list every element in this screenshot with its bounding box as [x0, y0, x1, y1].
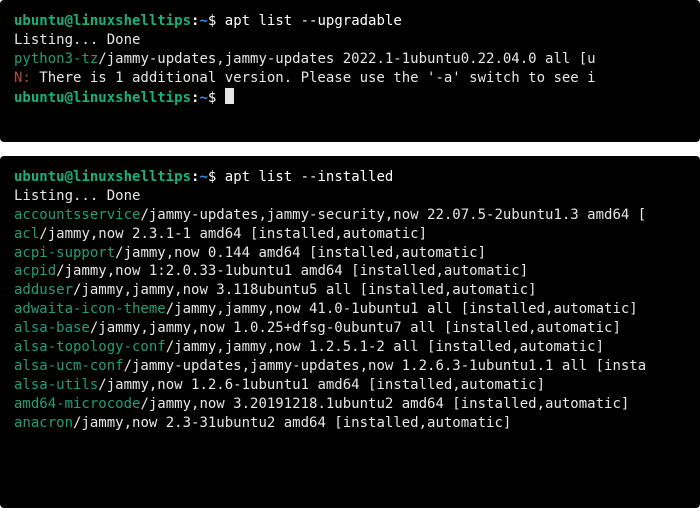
output-package-line: accountsservice/jammy-updates,jammy-secu… — [14, 206, 690, 225]
output-package-line: acpi-support/jammy,now 0.144 amd64 [inst… — [14, 244, 690, 263]
prompt-line[interactable]: ubuntu@linuxshelltips:~$ apt list --upgr… — [14, 12, 690, 31]
package-detail: /jammy,jammy,now 41.0-1ubuntu1 all [inst… — [166, 301, 638, 317]
screenshot: ubuntu@linuxshelltips:~$ apt list --upgr… — [0, 0, 700, 500]
package-name: adduser — [14, 282, 73, 298]
command-text: apt list --upgradable — [225, 13, 402, 29]
package-detail: /jammy,now 3.20191218.1ubuntu2 amd64 [in… — [140, 396, 629, 412]
output-package-line: anacron/jammy,now 2.3-31ubuntu2 amd64 [i… — [14, 414, 690, 433]
package-detail: /jammy-updates,jammy-updates 2022.1-1ubu… — [98, 51, 595, 67]
output-package-line: alsa-base/jammy,jammy,now 1.0.25+dfsg-0u… — [14, 319, 690, 338]
cursor-icon — [225, 88, 234, 104]
command-text: apt list --installed — [225, 169, 394, 185]
package-name: adwaita-icon-theme — [14, 301, 166, 317]
package-name: acl — [14, 226, 39, 242]
output-package-line: alsa-utils/jammy,now 1.2.6-1ubuntu1 amd6… — [14, 376, 690, 395]
terminal-upgradable[interactable]: ubuntu@linuxshelltips:~$ apt list --upgr… — [0, 0, 700, 142]
terminal-installed[interactable]: ubuntu@linuxshelltips:~$ apt list --inst… — [0, 156, 700, 508]
output-package-line: python3-tz/jammy-updates,jammy-updates 2… — [14, 50, 690, 69]
package-name: alsa-topology-conf — [14, 339, 166, 355]
package-detail: /jammy-updates,jammy-updates,now 1.2.6.3… — [124, 358, 647, 374]
prompt-line[interactable]: ubuntu@linuxshelltips:~$ apt list --inst… — [14, 168, 690, 187]
output-package-line: acpid/jammy,now 1:2.0.33-1ubuntu1 amd64 … — [14, 262, 690, 281]
package-name: acpi-support — [14, 245, 115, 261]
package-name: python3-tz — [14, 51, 98, 67]
package-name: amd64-microcode — [14, 396, 140, 412]
package-name: acpid — [14, 263, 56, 279]
output-listing: Listing... Done — [14, 31, 690, 50]
package-list: accountsservice/jammy-updates,jammy-secu… — [14, 206, 690, 433]
note-tag: N: — [14, 70, 31, 86]
package-detail: /jammy,now 1.2.6-1ubuntu1 amd64 [install… — [98, 377, 545, 393]
prompt-line-idle[interactable]: ubuntu@linuxshelltips:~$ — [14, 88, 690, 108]
output-note-line: N: There is 1 additional version. Please… — [14, 69, 690, 88]
package-name: alsa-ucm-conf — [14, 358, 124, 374]
output-package-line: adwaita-icon-theme/jammy,jammy,now 41.0-… — [14, 300, 690, 319]
prompt-host: linuxshelltips — [73, 13, 191, 29]
package-detail: /jammy,now 0.144 amd64 [installed,automa… — [115, 245, 486, 261]
package-detail: /jammy,now 1:2.0.33-1ubuntu1 amd64 [inst… — [56, 263, 528, 279]
prompt-at: @ — [65, 13, 73, 29]
output-package-line: amd64-microcode/jammy,now 3.20191218.1ub… — [14, 395, 690, 414]
package-detail: /jammy,jammy,now 1.2.5.1-2 all [installe… — [166, 339, 604, 355]
prompt-dollar: $ — [208, 13, 225, 29]
output-listing: Listing... Done — [14, 187, 690, 206]
package-detail: /jammy,jammy,now 1.0.25+dfsg-0ubuntu7 al… — [90, 320, 621, 336]
note-text: There is 1 additional version. Please us… — [31, 70, 596, 86]
package-detail: /jammy,jammy,now 3.118ubuntu5 all [insta… — [73, 282, 537, 298]
output-package-line: alsa-ucm-conf/jammy-updates,jammy-update… — [14, 357, 690, 376]
package-name: anacron — [14, 415, 73, 431]
output-package-line: adduser/jammy,jammy,now 3.118ubuntu5 all… — [14, 281, 690, 300]
package-name: accountsservice — [14, 207, 140, 223]
package-detail: /jammy-updates,jammy-security,now 22.07.… — [140, 207, 646, 223]
package-detail: /jammy,now 2.3.1-1 amd64 [installed,auto… — [39, 226, 427, 242]
prompt-path: ~ — [199, 13, 207, 29]
output-package-line: acl/jammy,now 2.3.1-1 amd64 [installed,a… — [14, 225, 690, 244]
package-detail: /jammy,now 2.3-31ubuntu2 amd64 [installe… — [73, 415, 511, 431]
output-package-line: alsa-topology-conf/jammy,jammy,now 1.2.5… — [14, 338, 690, 357]
prompt-user: ubuntu — [14, 13, 65, 29]
package-name: alsa-utils — [14, 377, 98, 393]
package-name: alsa-base — [14, 320, 90, 336]
